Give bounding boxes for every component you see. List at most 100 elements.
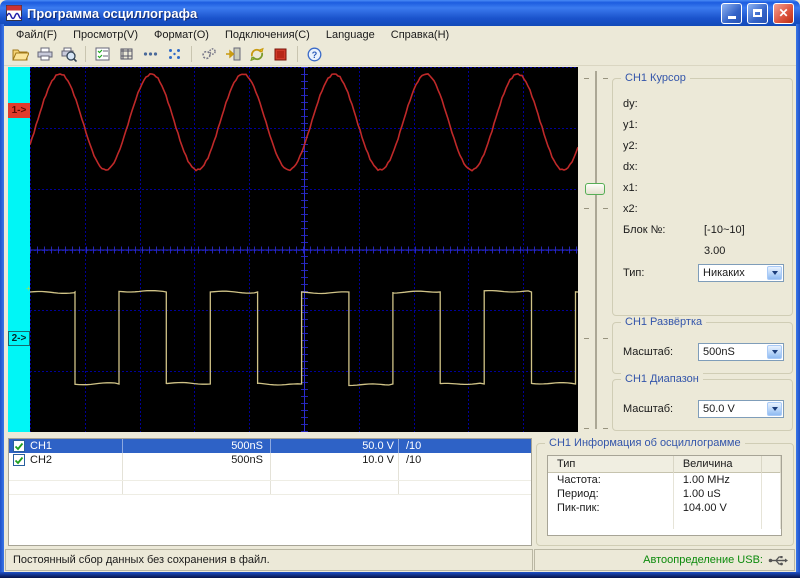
waveform-canvas bbox=[30, 67, 578, 432]
gears-icon bbox=[201, 47, 217, 61]
channel-probe: /10 bbox=[399, 454, 531, 466]
toolbar: ? bbox=[4, 43, 796, 66]
ch2-checkbox[interactable] bbox=[13, 454, 25, 466]
sweep-scale-value: 500nS bbox=[699, 346, 767, 358]
panel-title: CH1 Диапазон bbox=[621, 373, 703, 385]
channel-range: 10.0 V bbox=[271, 453, 399, 467]
x1-label: x1: bbox=[623, 182, 704, 194]
close-button[interactable]: ✕ bbox=[773, 3, 794, 24]
open-button[interactable] bbox=[9, 44, 32, 65]
ch1-range-panel: CH1 Диапазон Масштаб: 50.0 V bbox=[612, 379, 793, 431]
block-number-label: Блок №: bbox=[623, 224, 704, 236]
menu-view[interactable]: Просмотр(V) bbox=[65, 27, 146, 43]
window-border-bottom bbox=[0, 572, 800, 578]
refresh-icon bbox=[249, 47, 265, 61]
chevron-down-icon[interactable] bbox=[767, 345, 782, 359]
cursor-points-button[interactable] bbox=[163, 44, 186, 65]
x2-label: x2: bbox=[623, 203, 704, 215]
ch1-position-marker[interactable]: 1-> bbox=[8, 103, 30, 118]
channel-table: CH1 500nS 50.0 V /10 CH2 500nS 10.0 V /1… bbox=[8, 438, 532, 546]
sweep-scale-select[interactable]: 500nS bbox=[698, 343, 784, 361]
channel-timebase: 500nS bbox=[123, 439, 271, 453]
trigger-level-slider bbox=[581, 67, 609, 432]
range-scale-select[interactable]: 50.0 V bbox=[698, 400, 784, 418]
channel-list-button[interactable] bbox=[91, 44, 114, 65]
freq-value: 1.00 MHz bbox=[674, 473, 763, 487]
slider-thumb[interactable] bbox=[585, 183, 605, 195]
toolbar-separator bbox=[297, 46, 298, 62]
menu-file[interactable]: Файл(F) bbox=[8, 27, 65, 43]
panel-title: CH1 Курсор bbox=[621, 72, 690, 84]
freq-label: Частота: bbox=[548, 473, 674, 487]
info-col-value: Величина bbox=[674, 456, 763, 473]
sweep-scale-label: Масштаб: bbox=[623, 346, 698, 358]
print-button[interactable] bbox=[33, 44, 56, 65]
dy-label: dy: bbox=[623, 98, 704, 110]
channel-probe: /10 bbox=[399, 440, 531, 452]
connect-device-button[interactable] bbox=[221, 44, 244, 65]
menu-bar: Файл(F) Просмотр(V) Формат(O) Подключени… bbox=[4, 26, 796, 43]
table-row-ch2[interactable]: CH2 500nS 10.0 V /10 bbox=[9, 453, 531, 467]
usb-autodetect-label: Автоопределение USB: bbox=[643, 554, 763, 566]
pkpk-label: Пик-пик: bbox=[548, 501, 674, 515]
period-value: 1.00 uS bbox=[674, 487, 763, 501]
grid-icon bbox=[119, 47, 134, 61]
window-border-right bbox=[796, 24, 800, 578]
connect-icon bbox=[225, 47, 241, 61]
oscilloscope-display[interactable] bbox=[30, 67, 578, 432]
ch1-checkbox[interactable] bbox=[13, 440, 25, 452]
usb-icon bbox=[768, 555, 788, 566]
menu-format[interactable]: Формат(O) bbox=[146, 27, 217, 43]
help-icon: ? bbox=[307, 47, 322, 62]
cursor-type-value: Никаких bbox=[699, 267, 767, 279]
table-row-ch1[interactable]: CH1 500nS 50.0 V /10 bbox=[9, 439, 531, 453]
chevron-down-icon[interactable] bbox=[767, 266, 782, 280]
stop-icon bbox=[274, 48, 287, 61]
app-window: Программа осциллографа ✕ Файл(F) Просмот… bbox=[0, 0, 800, 578]
table-row-empty bbox=[9, 481, 531, 495]
channel-range: 50.0 V bbox=[271, 439, 399, 453]
scope-left-gutter: 1-> 2-> + bbox=[8, 67, 30, 432]
panel-title: CH1 Информация об осциллограмме bbox=[545, 437, 745, 449]
stop-acquisition-button[interactable] bbox=[269, 44, 292, 65]
menu-language[interactable]: Language bbox=[318, 27, 383, 43]
svg-text:?: ? bbox=[312, 50, 318, 60]
measure-dots-button[interactable] bbox=[139, 44, 162, 65]
toolbar-separator bbox=[191, 46, 192, 62]
print-preview-button[interactable] bbox=[57, 44, 80, 65]
channel-timebase: 500nS bbox=[123, 453, 271, 467]
dots-icon bbox=[143, 51, 158, 57]
channel-name: CH2 bbox=[30, 453, 52, 467]
block-number-value: 3.00 bbox=[704, 245, 725, 257]
y2-label: y2: bbox=[623, 140, 704, 152]
check-icon bbox=[14, 442, 24, 451]
grid-setup-button[interactable] bbox=[115, 44, 138, 65]
settings-gears-button[interactable] bbox=[197, 44, 220, 65]
check-icon bbox=[14, 456, 24, 465]
app-icon bbox=[6, 5, 22, 21]
cursor-type-select[interactable]: Никаких bbox=[698, 264, 784, 282]
chevron-down-icon[interactable] bbox=[767, 402, 782, 416]
status-message-panel: Постоянный сбор данных без сохранения в … bbox=[5, 549, 533, 571]
status-message: Постоянный сбор данных без сохранения в … bbox=[13, 554, 270, 566]
ch2-position-marker[interactable]: 2-> bbox=[8, 331, 30, 346]
menu-connections[interactable]: Подключения(C) bbox=[217, 27, 318, 43]
help-button[interactable]: ? bbox=[303, 44, 326, 65]
range-scale-label: Масштаб: bbox=[623, 403, 698, 415]
pkpk-value: 104.00 V bbox=[674, 501, 763, 515]
ch1-sweep-panel: CH1 Развёртка Масштаб: 500nS bbox=[612, 322, 793, 374]
y1-label: y1: bbox=[623, 119, 704, 131]
open-folder-icon bbox=[12, 47, 29, 61]
slider-track[interactable] bbox=[595, 71, 597, 429]
print-icon bbox=[37, 47, 53, 61]
dx-label: dx: bbox=[623, 161, 704, 173]
menu-help[interactable]: Справка(H) bbox=[383, 27, 457, 43]
refresh-connection-button[interactable] bbox=[245, 44, 268, 65]
channel-name: CH1 bbox=[30, 439, 52, 453]
table-row-empty bbox=[9, 467, 531, 481]
minimize-button[interactable] bbox=[721, 3, 742, 24]
channel-list-icon bbox=[95, 47, 110, 61]
maximize-button[interactable] bbox=[747, 3, 768, 24]
title-bar[interactable]: Программа осциллографа ✕ bbox=[0, 0, 800, 26]
window-border-left bbox=[0, 24, 4, 578]
